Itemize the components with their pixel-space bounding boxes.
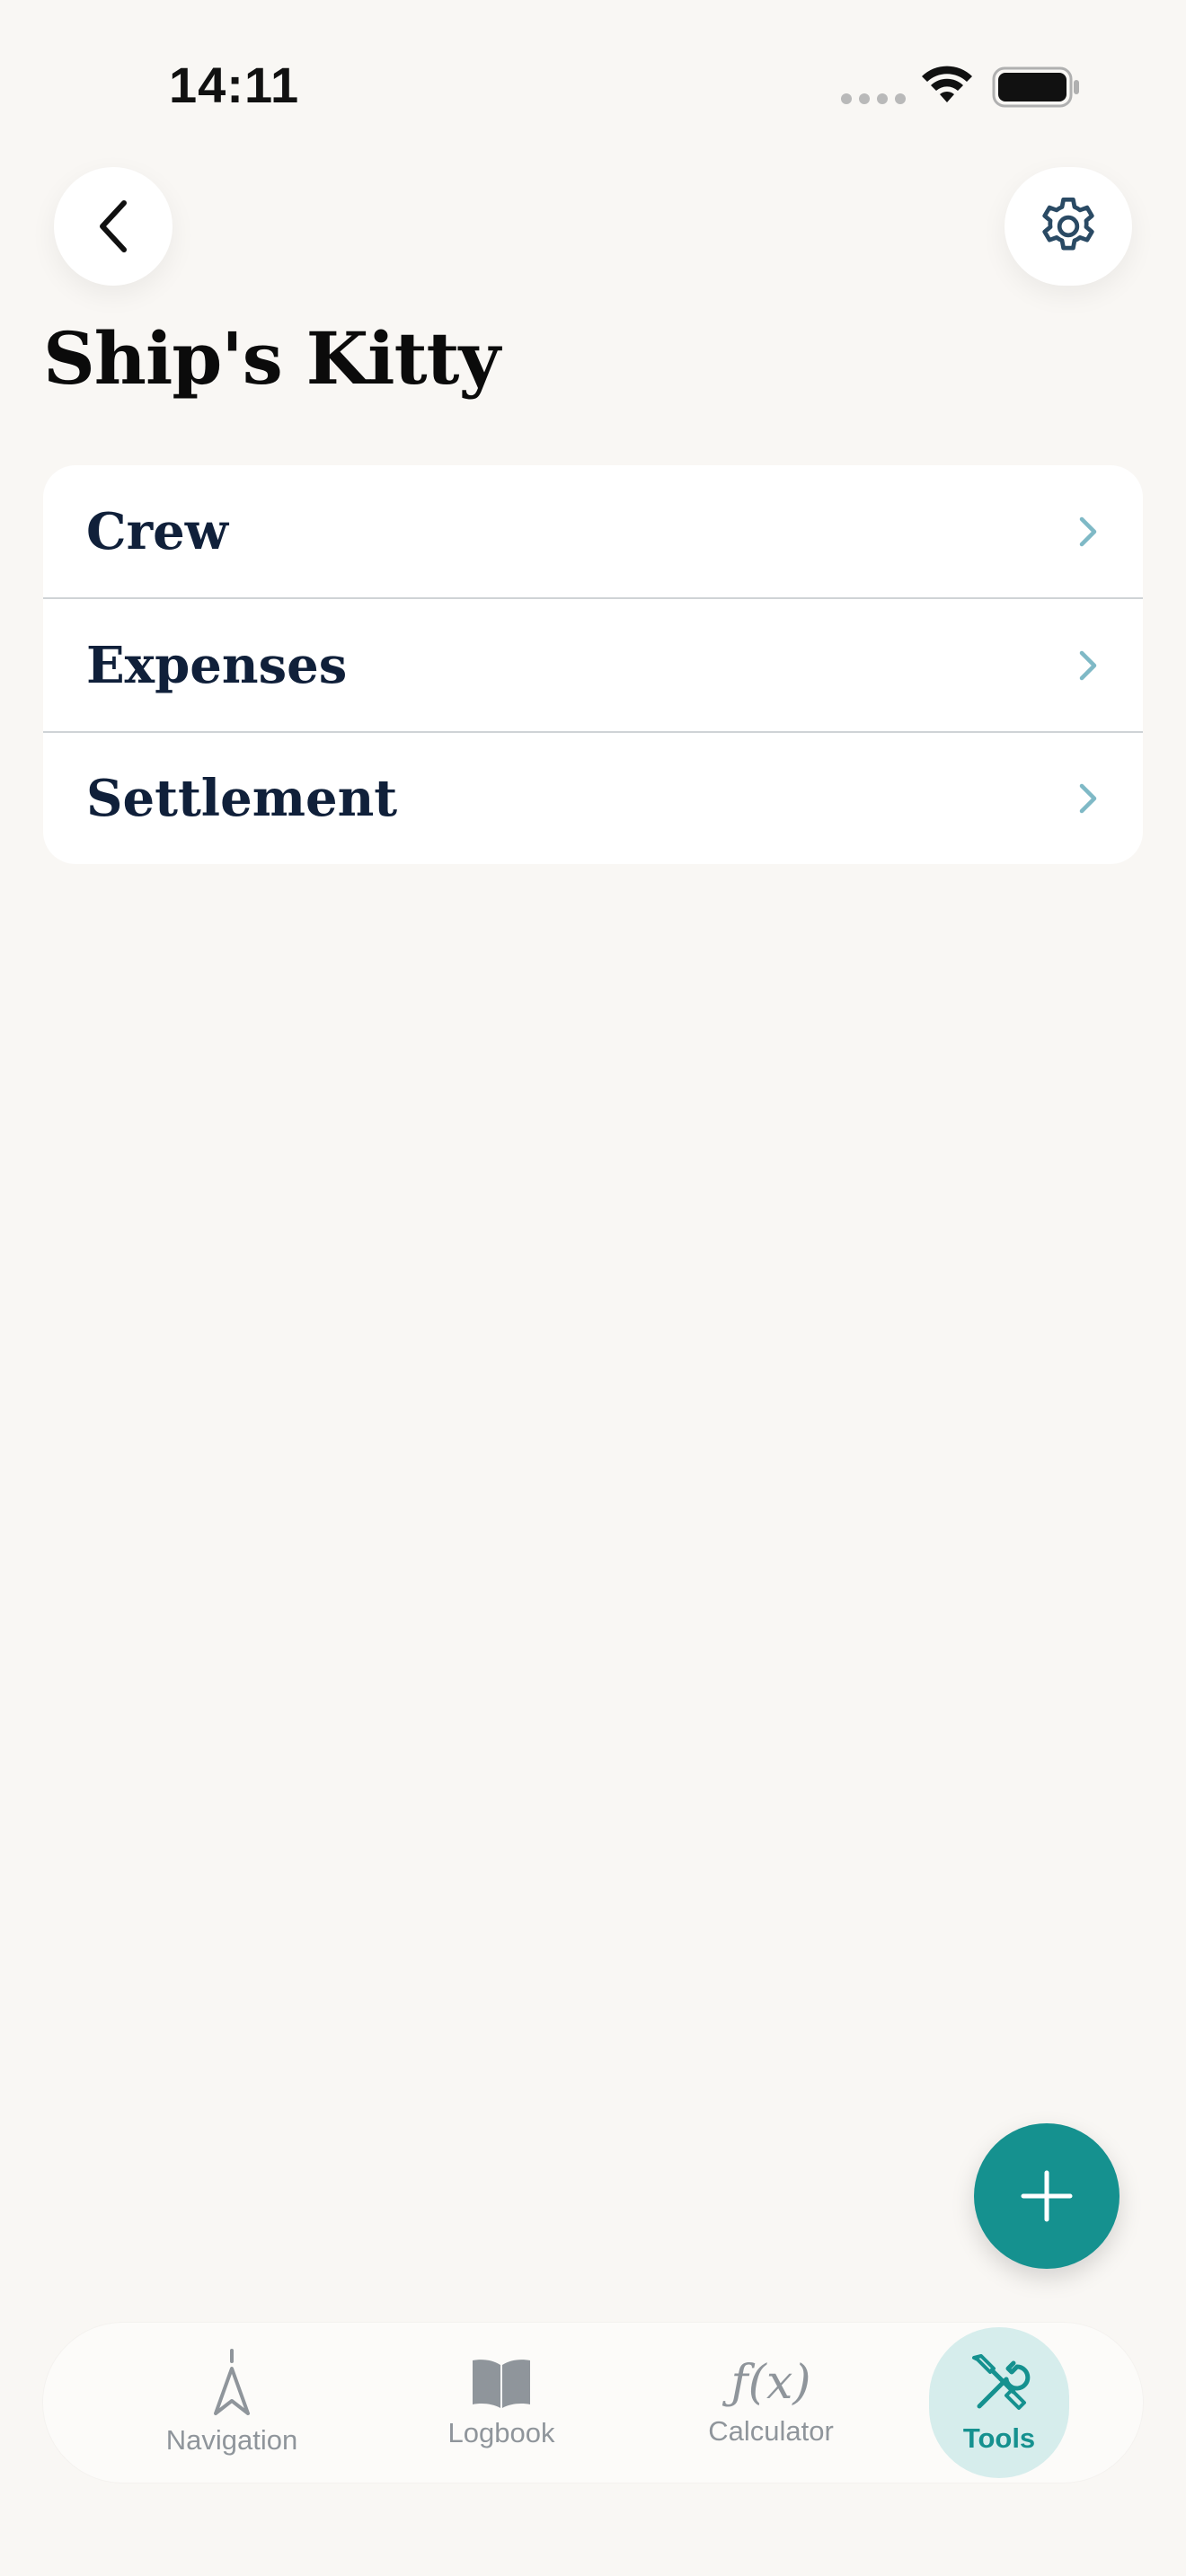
settings-button[interactable]	[1005, 167, 1132, 286]
tab-label: Navigation	[165, 2424, 298, 2456]
tab-label: Logbook	[447, 2417, 555, 2448]
menu-item-settlement[interactable]: Settlement	[43, 733, 1143, 864]
menu-item-label: Crew	[86, 501, 228, 561]
menu-item-label: Settlement	[86, 769, 398, 828]
back-button[interactable]	[54, 167, 173, 286]
chevron-left-icon	[100, 200, 127, 252]
add-button[interactable]	[974, 2123, 1120, 2269]
menu-item-label: Expenses	[86, 635, 348, 695]
cellular-signal-icon	[841, 93, 906, 104]
plus-icon	[1021, 2170, 1073, 2222]
tab-label: Calculator	[708, 2415, 834, 2447]
menu-item-crew[interactable]: Crew	[43, 465, 1143, 599]
chevron-right-icon	[1079, 650, 1097, 680]
tab-label: Tools	[962, 2422, 1036, 2454]
navigation-arrow-icon	[214, 2349, 250, 2415]
menu-item-expenses[interactable]: Expenses	[43, 599, 1143, 733]
ships-kitty-screen: 14:11 Ship's Kitty Crew Expenses Settlem…	[0, 0, 1186, 2576]
menu-list: Crew Expenses Settlement	[43, 465, 1143, 864]
wifi-icon	[922, 66, 972, 102]
function-icon: ƒ(x)	[730, 2356, 811, 2410]
tab-bar: Navigation Logbook ƒ(x) Calculator Tools	[43, 2323, 1143, 2483]
battery-icon	[992, 66, 1079, 108]
tab-logbook[interactable]: Logbook	[385, 2323, 618, 2483]
tab-navigation[interactable]: Navigation	[115, 2323, 349, 2483]
tab-tools[interactable]: Tools	[929, 2327, 1069, 2478]
chevron-right-icon	[1079, 516, 1097, 546]
tools-icon	[972, 2354, 1031, 2410]
page-title: Ship's Kitty	[43, 316, 500, 401]
book-icon	[473, 2360, 530, 2408]
status-time: 14:11	[169, 57, 300, 113]
gear-icon	[1042, 197, 1094, 251]
tab-calculator[interactable]: ƒ(x) Calculator	[654, 2323, 888, 2483]
chevron-right-icon	[1079, 783, 1097, 814]
